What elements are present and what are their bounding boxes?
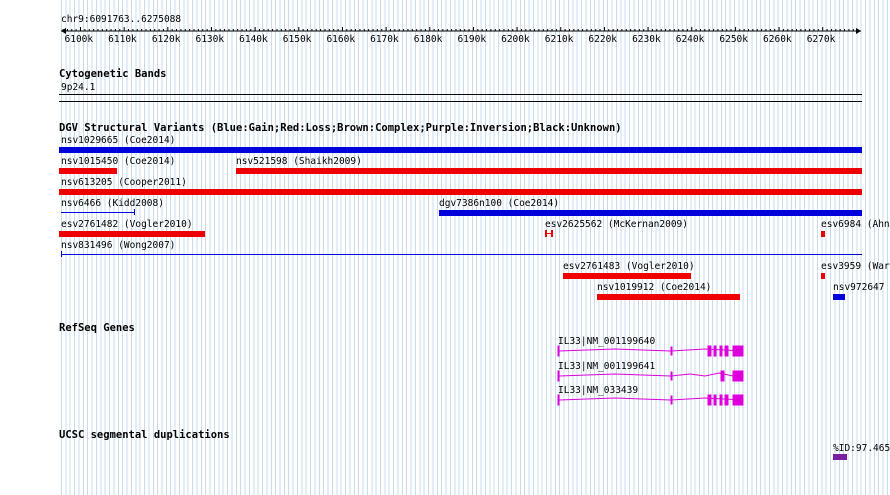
gene-models[interactable] — [0, 0, 890, 495]
segdup-bar[interactable] — [833, 454, 847, 460]
gene-model — [557, 345, 744, 357]
gene-model — [557, 370, 744, 382]
segdup-label: %ID:97.465 — [833, 443, 890, 454]
gene-model — [557, 394, 744, 406]
segdup-track-title[interactable]: UCSC segmental duplications — [59, 429, 230, 441]
genome-browser-view: chr9:6091763..6275088 6100k 6110k 6120k 613… — [0, 0, 890, 495]
